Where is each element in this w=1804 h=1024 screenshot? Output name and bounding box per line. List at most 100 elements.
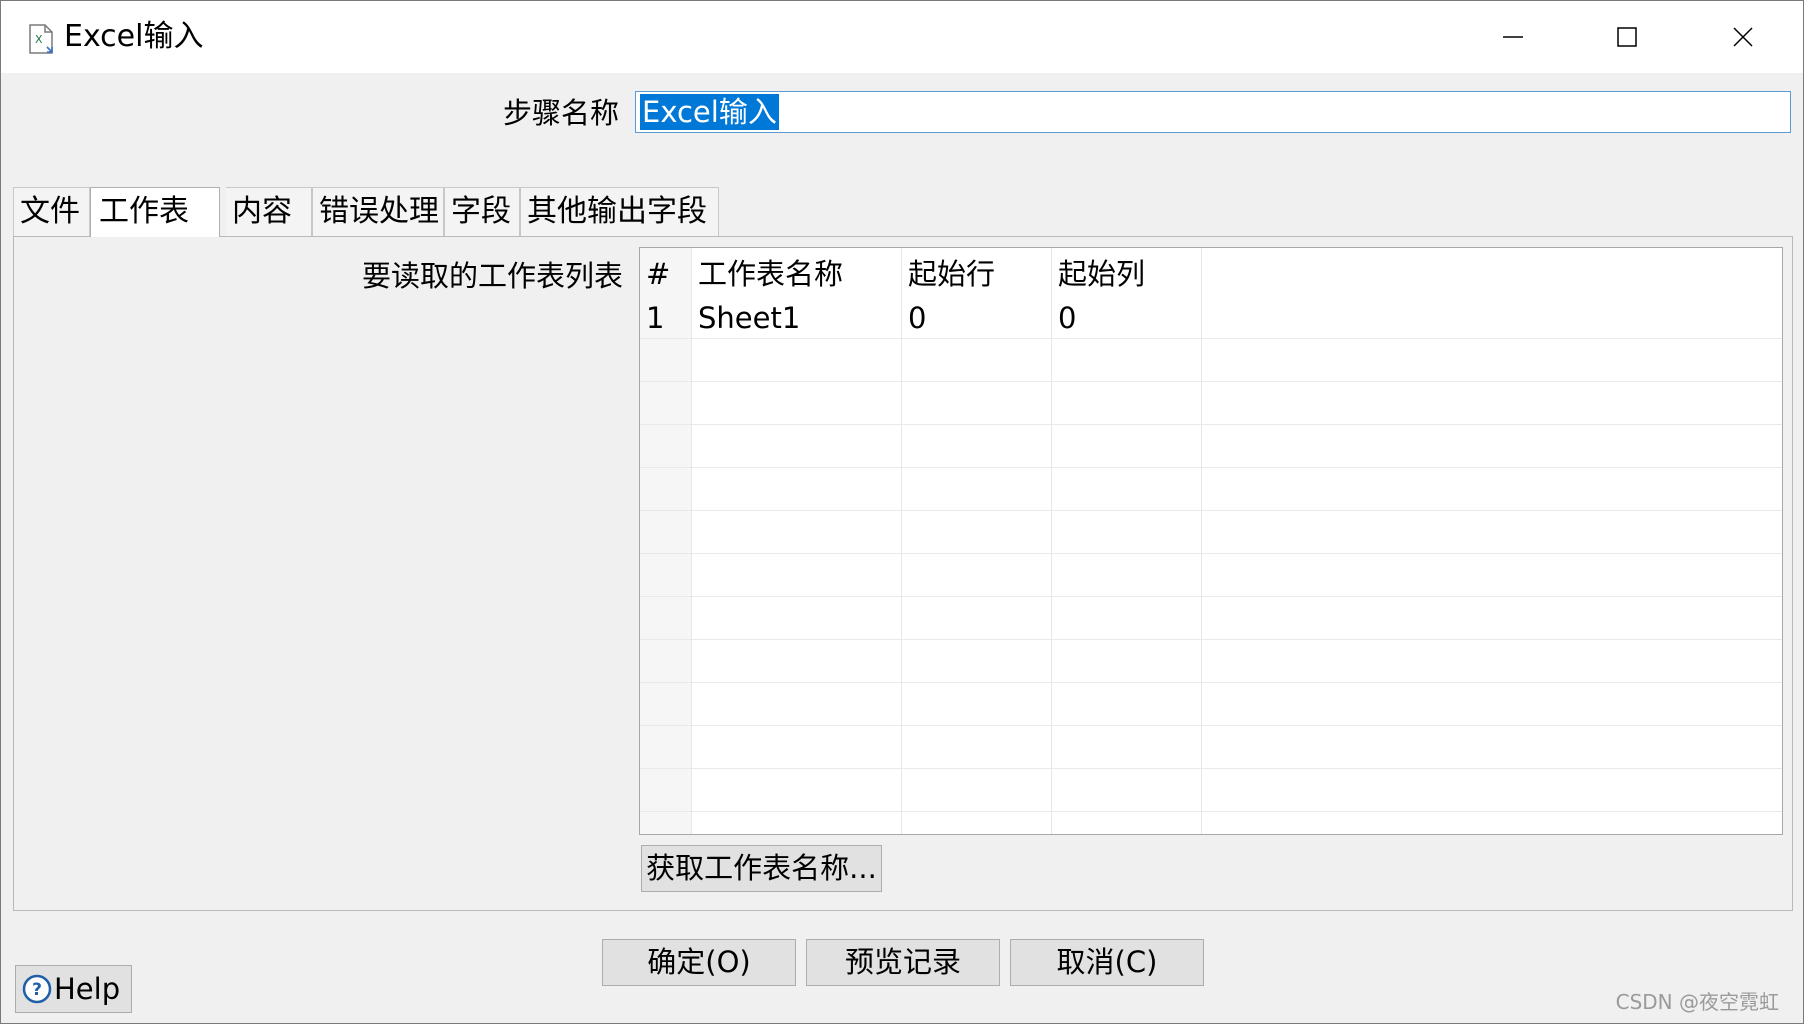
empty-table-row <box>640 425 1782 468</box>
empty-cell <box>640 769 692 811</box>
empty-cell <box>692 468 902 510</box>
empty-cell <box>1202 468 1782 510</box>
column-header-filler <box>1202 248 1782 296</box>
tab-error-handling[interactable]: 错误处理 <box>312 187 444 237</box>
empty-cell <box>692 511 902 553</box>
minimize-button[interactable] <box>1465 11 1561 63</box>
empty-cell <box>902 339 1052 381</box>
cell-start-row[interactable]: 0 <box>902 296 1052 338</box>
empty-cell <box>692 683 902 725</box>
empty-cell <box>1202 382 1782 424</box>
step-name-label: 步骤名称 <box>502 96 619 130</box>
column-header-start-col[interactable]: 起始列 <box>1052 248 1202 296</box>
empty-cell <box>1052 726 1202 768</box>
title-bar: X Excel输入 <box>1 1 1803 73</box>
watermark-text: CSDN @夜空霓虹 <box>1615 990 1779 1014</box>
maximize-icon <box>1617 27 1637 47</box>
tab-strip: 文件 工作表 内容 错误处理 字段 其他输出字段 <box>13 187 1793 237</box>
step-name-value: Excel输入 <box>640 94 779 130</box>
empty-cell <box>902 769 1052 811</box>
column-header-index[interactable]: # <box>640 248 692 296</box>
row-index: 1 <box>640 296 692 338</box>
empty-cell <box>1052 640 1202 682</box>
empty-cell <box>1052 597 1202 639</box>
empty-cell <box>692 554 902 596</box>
empty-cell <box>1202 769 1782 811</box>
empty-cell <box>692 812 902 834</box>
empty-cell <box>1202 726 1782 768</box>
empty-table-row <box>640 554 1782 597</box>
empty-cell <box>640 640 692 682</box>
empty-cell <box>902 382 1052 424</box>
ok-button[interactable]: 确定(O) <box>602 939 796 986</box>
empty-cell <box>902 812 1052 834</box>
tab-fields[interactable]: 字段 <box>444 187 520 237</box>
column-header-sheet-name[interactable]: 工作表名称 <box>692 248 902 296</box>
empty-cell <box>1202 554 1782 596</box>
empty-cell <box>902 468 1052 510</box>
empty-table-row <box>640 726 1782 769</box>
empty-cell <box>640 382 692 424</box>
empty-cell <box>1202 597 1782 639</box>
help-icon: ? <box>22 974 52 1004</box>
sheets-table[interactable]: # 工作表名称 起始行 起始列 1 Sheet1 0 0 <box>639 247 1783 835</box>
empty-table-row <box>640 597 1782 640</box>
empty-table-row <box>640 769 1782 812</box>
excel-file-icon: X <box>29 24 53 54</box>
svg-text:X: X <box>35 33 43 46</box>
empty-cell <box>692 726 902 768</box>
tab-other-output-fields[interactable]: 其他输出字段 <box>520 187 719 237</box>
empty-table-row <box>640 640 1782 683</box>
empty-cell <box>1202 339 1782 381</box>
empty-cell <box>640 554 692 596</box>
empty-cell <box>902 554 1052 596</box>
empty-cell <box>640 425 692 467</box>
help-button[interactable]: ? Help <box>15 965 132 1013</box>
tab-file[interactable]: 文件 <box>13 187 90 237</box>
preview-button[interactable]: 预览记录 <box>806 939 1000 986</box>
step-name-input[interactable]: Excel输入 <box>635 91 1791 133</box>
empty-cell <box>640 683 692 725</box>
empty-table-row <box>640 382 1782 425</box>
empty-cell <box>1202 511 1782 553</box>
empty-cell <box>1052 339 1202 381</box>
minimize-icon <box>1503 36 1523 38</box>
empty-cell <box>902 640 1052 682</box>
cancel-button[interactable]: 取消(C) <box>1010 939 1204 986</box>
empty-cell <box>902 683 1052 725</box>
empty-cell <box>1202 640 1782 682</box>
empty-cell <box>692 640 902 682</box>
cell-start-col[interactable]: 0 <box>1052 296 1202 338</box>
empty-cell <box>640 511 692 553</box>
empty-cell <box>1052 511 1202 553</box>
empty-cell <box>1052 554 1202 596</box>
empty-cell <box>902 425 1052 467</box>
close-icon <box>1733 27 1753 47</box>
table-row[interactable]: 1 Sheet1 0 0 <box>640 296 1782 339</box>
empty-cell <box>692 597 902 639</box>
empty-cell <box>1202 425 1782 467</box>
tab-sheets[interactable]: 工作表 <box>90 187 220 237</box>
maximize-button[interactable] <box>1579 11 1675 63</box>
tab-content[interactable]: 内容 <box>226 187 312 237</box>
empty-cell <box>640 726 692 768</box>
empty-cell <box>640 339 692 381</box>
help-label: Help <box>54 972 121 1006</box>
window-title: Excel输入 <box>64 19 204 54</box>
empty-cell <box>902 726 1052 768</box>
empty-cell <box>692 769 902 811</box>
cell-sheet-name[interactable]: Sheet1 <box>692 296 902 338</box>
column-header-start-row[interactable]: 起始行 <box>902 248 1052 296</box>
empty-cell <box>640 597 692 639</box>
empty-cell <box>1052 683 1202 725</box>
empty-table-row <box>640 683 1782 726</box>
empty-cell <box>902 511 1052 553</box>
empty-cell <box>1052 812 1202 834</box>
empty-cell <box>1052 468 1202 510</box>
get-sheet-names-button[interactable]: 获取工作表名称... <box>641 845 882 892</box>
empty-cell <box>1052 769 1202 811</box>
empty-cell <box>1202 683 1782 725</box>
empty-cell <box>692 339 902 381</box>
close-button[interactable] <box>1695 11 1791 63</box>
empty-table-row <box>640 812 1782 834</box>
